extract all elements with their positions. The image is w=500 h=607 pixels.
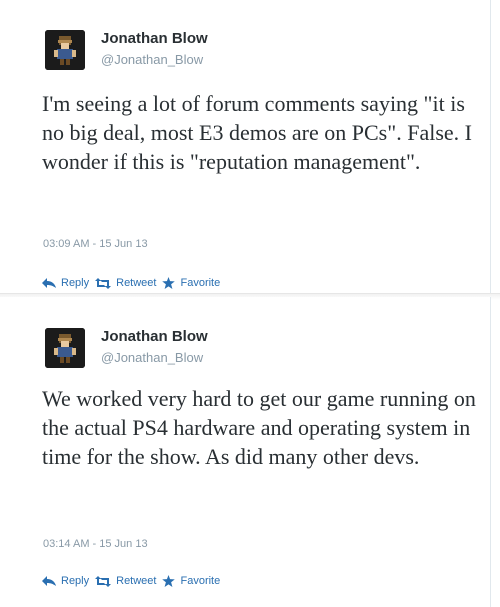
tweet-text: I'm seeing a lot of forum comments sayin… (42, 91, 472, 174)
tweet-text: We worked very hard to get our game runn… (42, 386, 476, 469)
favorite-label: Favorite (180, 277, 221, 289)
retweet-label: Retweet (116, 277, 157, 289)
reply-icon (42, 278, 56, 288)
favorite-button[interactable]: Favorite (162, 575, 220, 587)
retweet-icon (95, 575, 112, 587)
retweet-button[interactable]: Retweet (95, 277, 156, 289)
favorite-button[interactable]: Favorite (162, 277, 220, 289)
user-handle[interactable]: @Jonathan_Blow (101, 52, 203, 67)
tweet-timestamp[interactable]: 03:14 AM - 15 Jun 13 (43, 538, 148, 550)
tweet-timestamp[interactable]: 03:09 AM - 15 Jun 13 (43, 238, 148, 250)
avatar[interactable] (45, 328, 85, 368)
user-handle[interactable]: @Jonathan_Blow (101, 350, 203, 365)
tweet-actions: Reply Retweet Favorite (42, 277, 226, 289)
display-name[interactable]: Jonathan Blow (101, 328, 208, 345)
avatar[interactable] (45, 30, 85, 70)
display-name[interactable]: Jonathan Blow (101, 30, 208, 47)
tweet-actions: Reply Retweet Favorite (42, 575, 226, 587)
reply-button[interactable]: Reply (42, 575, 89, 587)
favorite-label: Favorite (180, 575, 221, 587)
retweet-label: Retweet (116, 575, 157, 587)
reply-label: Reply (61, 575, 90, 587)
favorite-icon (162, 277, 176, 289)
retweet-button[interactable]: Retweet (95, 575, 156, 587)
retweet-icon (95, 277, 112, 289)
reply-button[interactable]: Reply (42, 277, 89, 289)
favorite-icon (162, 575, 176, 587)
tweet-card: Jonathan Blow @Jonathan_Blow I'm seeing … (0, 0, 491, 296)
reply-label: Reply (61, 277, 90, 289)
tweet-card: Jonathan Blow @Jonathan_Blow We worked v… (0, 297, 491, 607)
reply-icon (42, 576, 56, 586)
